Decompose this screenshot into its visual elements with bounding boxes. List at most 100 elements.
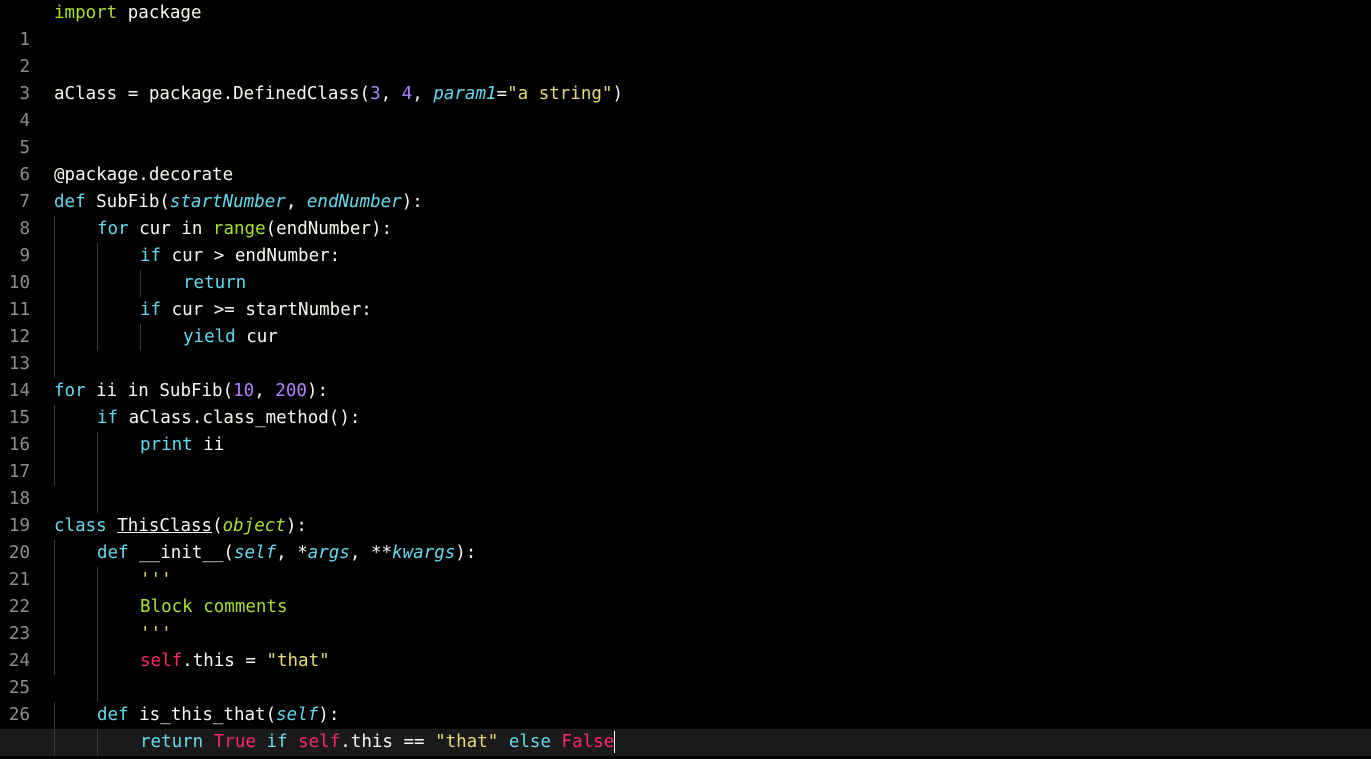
punct-token: , [285,192,307,212]
indent-guide [97,648,98,675]
identifier-token: package [117,3,202,23]
identifier-token: ii [192,435,225,455]
param-token: startNumber [169,192,286,212]
code-line[interactable]: 8 def SubFib(startNumber, endNumber): [0,189,1371,239]
line-content: if cur >= startNumber: [140,297,372,324]
indent-guide [54,567,55,594]
code-line[interactable]: 2 [0,27,1371,77]
identifier-token: cur > endNumber: [161,246,341,266]
text-cursor [614,731,616,753]
code-line[interactable]: 3 [0,54,1371,104]
code-line[interactable]: 5 [0,108,1371,158]
indent-guide [97,486,98,513]
code-line-active[interactable]: 28 return True if self.this == "that" el… [0,729,1371,756]
indent-guide [54,405,55,432]
punct-token: , ** [349,543,393,563]
code-line[interactable]: 1 import package [0,0,1371,50]
code-line[interactable]: 9 for cur in range(endNumber): [0,216,1371,266]
identifier-token: SubFib( [148,381,234,401]
inherit-token: object [222,516,286,536]
indent-guide [54,270,55,297]
code-line[interactable]: 13 yield cur [0,324,1371,374]
class-name-token: ThisClass [117,516,213,536]
punct-token [498,732,509,752]
code-line[interactable]: 27 def is_this_that(self): [0,702,1371,752]
punct-token: ) [612,84,623,104]
punct-token: , [254,381,276,401]
indent-guide [54,324,55,351]
keyword-token: return [183,273,247,293]
constant-token: True [213,732,256,752]
indent-guide [97,270,98,297]
keyword-token: if [266,732,288,752]
code-line[interactable]: 17 print ii [0,432,1371,482]
indent-guide [97,297,98,324]
code-line[interactable]: 19 [0,486,1371,536]
identifier-token: is_this_that( [128,705,277,725]
code-line[interactable]: 10 if cur > endNumber: [0,243,1371,293]
param-token: args [307,543,350,563]
line-content: for cur in range(endNumber): [97,216,392,243]
number-token: 4 [401,84,413,104]
line-content: ''' [140,567,172,594]
code-line[interactable]: 15 for ii in SubFib(10, 200): [0,378,1371,428]
code-line[interactable]: 24 ''' [0,621,1371,671]
code-line[interactable]: 7 @package.decorate [0,162,1371,212]
indent-guide [54,297,55,324]
code-line[interactable]: 12 if cur >= startNumber: [0,297,1371,347]
code-line[interactable]: 4 aClass = package.DefinedClass(3, 4, pa… [0,81,1371,131]
code-line[interactable]: 25 self.this = "that" [0,648,1371,698]
code-line[interactable]: 26 [0,675,1371,725]
punct-token: ( [212,516,223,536]
code-line[interactable]: 23 Block comments [0,594,1371,644]
string-token: "a string" [507,84,613,104]
code-line[interactable]: 18 [0,459,1371,509]
self-token: self [140,651,183,671]
punct-token: , [412,84,434,104]
punct-token: = [496,84,508,104]
line-content: self.this = "that" [140,648,330,675]
line-content: print ii [140,432,224,459]
number-token: 200 [275,381,307,401]
keyword-token: def [97,543,129,563]
line-content: def SubFib(startNumber, endNumber): [54,189,423,216]
keyword-token: in [181,219,203,239]
punct-token: ): [285,516,307,536]
indent-guide [54,594,55,621]
keyword-token: for [54,381,86,401]
punct-token [256,732,267,752]
indent-guide [54,216,55,243]
builtin-token: range [212,219,266,239]
code-line[interactable]: 6 [0,135,1371,185]
indent-guide [140,324,141,351]
indent-guide [97,324,98,351]
code-line[interactable]: 21 def __init__(self, *args, **kwargs): [0,540,1371,590]
line-content: aClass = package.DefinedClass(3, 4, para… [54,81,623,108]
string-token: "that" [266,651,330,671]
keyword-token: print [140,435,193,455]
code-line[interactable]: 20 class ThisClass(object): [0,513,1371,563]
keyword-token: if [140,300,162,320]
identifier-token: __init__( [128,543,234,563]
code-editor[interactable]: 1 import package 2 3 4 aClass = package.… [0,0,1371,759]
indent-guide [54,243,55,270]
keyword-token: class [54,516,107,536]
indent-guide [97,459,98,486]
indent-guide [140,270,141,297]
line-content: return [183,270,246,297]
keyword-token: import [54,3,118,23]
code-line[interactable]: 22 ''' [0,567,1371,617]
indent-guide [54,729,55,756]
keyword-token: def [54,192,86,212]
line-content: for ii in SubFib(10, 200): [54,378,328,405]
code-line[interactable]: 11 return [0,270,1371,320]
param-token: kwargs [392,543,456,563]
code-line[interactable]: 14 [0,351,1371,401]
keyword-token: return [140,732,204,752]
indent-guide [54,648,55,675]
line-content: if aClass.class_method(): [97,405,360,432]
code-line[interactable]: 16 if aClass.class_method(): [0,405,1371,455]
line-content: @package.decorate [54,162,233,189]
line-content: class ThisClass(object): [54,513,307,540]
identifier-token: aClass.class_method(): [118,408,361,428]
